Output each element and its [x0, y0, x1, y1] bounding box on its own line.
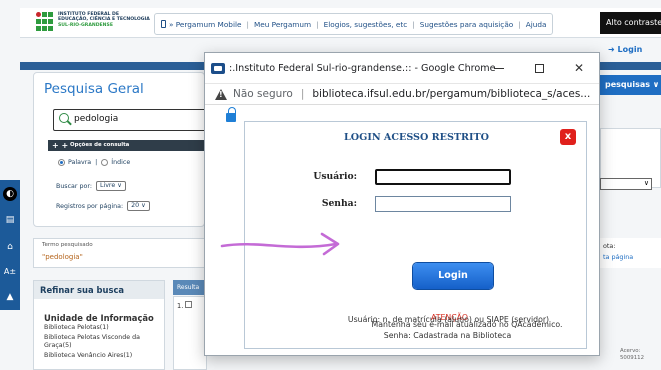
window-title: :.Instituto Federal Sul-rio-grandense.::… [229, 62, 496, 74]
refine-group-title: Unidade de Informação [44, 313, 154, 323]
close-window-button[interactable]: ✕ [559, 53, 599, 83]
password-input[interactable] [375, 196, 511, 212]
login-title: LOGIN ACESSO RESTRITO [344, 132, 489, 143]
scroll-top-icon[interactable]: ▲ [3, 290, 17, 304]
nav-pergamum-mobile[interactable]: » Pergamum Mobile [169, 20, 241, 29]
refine-header[interactable]: Refinar sua busca [34, 281, 164, 299]
warning-icon [215, 88, 227, 100]
refine-item[interactable]: Biblioteca Venâncio Aires(1) [34, 351, 164, 361]
url-text: biblioteca.ifsul.edu.br/pergamum/bibliot… [312, 88, 591, 100]
right-select[interactable]: ∨ [600, 178, 652, 190]
buscar-por-select[interactable]: Livre ∨ [95, 181, 126, 191]
info-email: Mantenha seu e-mail atualizado no QAcadê… [371, 320, 563, 329]
security-status[interactable]: Não seguro [233, 88, 293, 100]
buscar-por-row: Buscar por: Livre ∨ [56, 181, 126, 191]
unlock-icon [226, 107, 236, 122]
registros-select[interactable]: 20 ∨ [127, 201, 150, 211]
plus-icon: + + [52, 141, 69, 150]
refine-item[interactable]: Biblioteca Pelotas(1) [34, 323, 164, 333]
search-input[interactable]: pedologia [53, 109, 208, 131]
search-title: Pesquisa Geral [44, 81, 144, 97]
registros-row: Registros por página: 20 ∨ [56, 201, 150, 211]
chrome-popup-window: :.Instituto Federal Sul-rio-grandense.::… [204, 52, 600, 356]
top-login-link[interactable]: ➜ Login [608, 45, 642, 54]
contrast-toggle-icon[interactable]: ◐ [3, 187, 17, 201]
high-contrast-button[interactable]: Alto contraste [600, 12, 661, 34]
pesquisas-menu-button[interactable]: pesquisas ∨ [599, 75, 661, 95]
font-size-icon[interactable]: A± [3, 265, 17, 279]
search-mode-radios: Palavra | Índice [58, 159, 130, 166]
search-card: Pesquisa Geral pedologia + + Opções de c… [33, 72, 208, 227]
username-label: Usuário: [313, 171, 357, 182]
minimize-button[interactable] [479, 53, 519, 83]
nav-sugestoes[interactable]: Sugestões para aquisição [420, 20, 514, 29]
accessibility-sidebar: ◐ ▤ ⌂ A± ▲ [0, 180, 20, 310]
maximize-icon [534, 63, 544, 73]
close-login-button[interactable]: x [560, 129, 576, 145]
right-note-card: ota: ta página [600, 238, 661, 268]
nav-elogios[interactable]: Elogios, sugestões, etc [324, 20, 408, 29]
radio-palavra[interactable] [58, 159, 65, 166]
menu-icon[interactable]: ▤ [3, 213, 17, 227]
searched-term: "pedologia" [42, 253, 83, 261]
search-options-bar[interactable]: + + Opções de consulta [48, 140, 208, 151]
ifsul-logo[interactable]: INSTITUTO FEDERAL DE EDUCAÇÃO, CIÊNCIA E… [36, 12, 150, 32]
logo-text: INSTITUTO FEDERAL DE EDUCAÇÃO, CIÊNCIA E… [58, 12, 150, 28]
top-navigation: » Pergamum Mobile | Meu Pergamum | Elogi… [154, 13, 554, 35]
window-controls: ✕ [479, 53, 599, 83]
results-tab[interactable]: Resulta [173, 280, 207, 295]
radio-indice[interactable] [101, 159, 109, 166]
home-icon[interactable]: ⌂ [3, 240, 17, 254]
refine-panel: Refinar sua busca Unidade de Informação … [33, 280, 165, 370]
search-icon [59, 113, 69, 123]
login-button[interactable]: Login [413, 263, 493, 289]
mobile-phone-icon [161, 20, 166, 28]
site-header: INSTITUTO FEDERAL DE EDUCAÇÃO, CIÊNCIA E… [20, 8, 661, 38]
nav-meu-pergamum[interactable]: Meu Pergamum [254, 20, 311, 29]
username-input[interactable] [375, 169, 511, 185]
nav-ajuda[interactable]: Ajuda [526, 20, 547, 29]
results-area: 1. [173, 296, 207, 370]
password-label: Senha: [321, 198, 357, 209]
result-checkbox[interactable] [185, 301, 193, 308]
info-password: Senha: Cadastrada na Biblioteca [383, 331, 512, 340]
popup-content: LOGIN ACESSO RESTRITO x Usuário: Senha: … [205, 105, 599, 355]
minimize-icon [494, 67, 504, 69]
maximize-button[interactable] [519, 53, 559, 83]
refine-item[interactable]: Biblioteca Pelotas Visconde da Graça(5) [34, 333, 164, 351]
logo-icon [36, 12, 54, 32]
acervo-counter: Acervo: 5009112 [620, 348, 645, 361]
address-bar[interactable]: Não seguro | biblioteca.ifsul.edu.br/per… [205, 83, 599, 105]
searched-term-box: Termo pesquisado "pedologia" [33, 238, 205, 268]
favicon-icon [211, 62, 225, 74]
window-titlebar[interactable]: :.Instituto Federal Sul-rio-grandense.::… [205, 53, 599, 83]
